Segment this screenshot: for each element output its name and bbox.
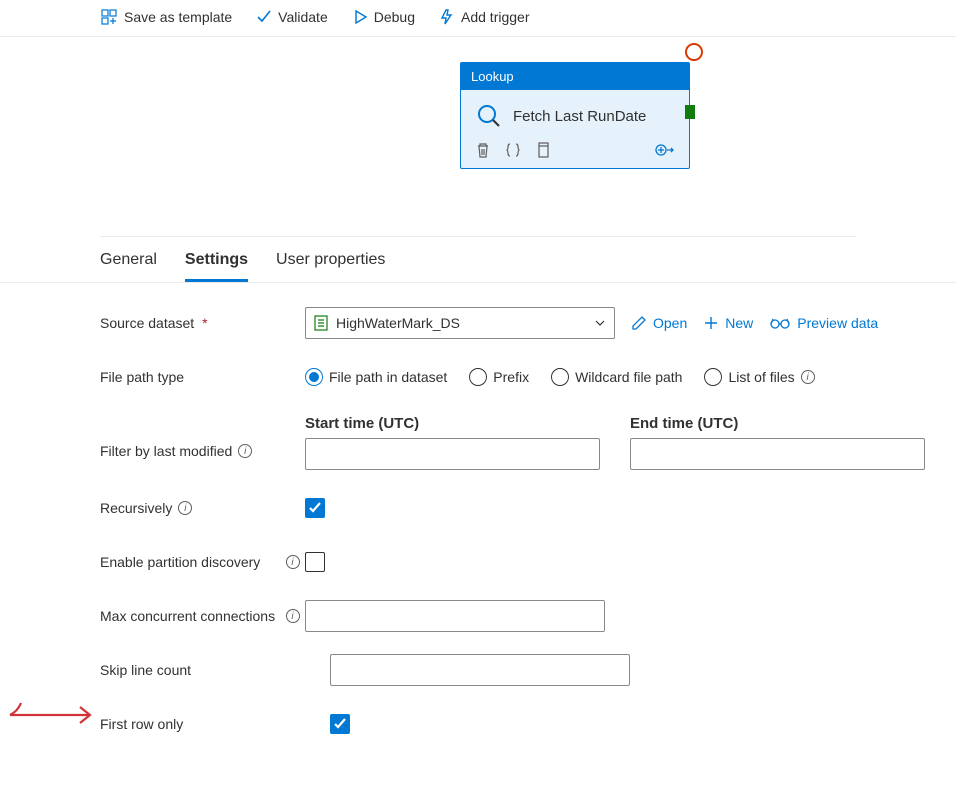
toolbar-label: Validate <box>278 9 328 25</box>
enable-partition-checkbox[interactable] <box>305 552 325 572</box>
enable-partition-label: Enable partition discovery <box>100 554 260 570</box>
end-time-label: End time (UTC) <box>630 415 925 432</box>
activity-name: Fetch Last RunDate <box>513 108 646 125</box>
add-output-icon[interactable] <box>655 142 675 158</box>
dataset-icon <box>314 315 328 331</box>
dropdown-value: HighWaterMark_DS <box>336 315 460 331</box>
braces-icon[interactable] <box>505 142 521 158</box>
filter-modified-label: Filter by last modified <box>100 443 232 459</box>
annotation-arrow <box>8 700 98 730</box>
play-icon <box>352 9 368 25</box>
success-handle[interactable] <box>685 105 695 119</box>
toolbar-label: Save as template <box>124 9 232 25</box>
debug-button[interactable]: Debug <box>352 9 415 25</box>
recursively-checkbox[interactable] <box>305 498 325 518</box>
delete-icon[interactable] <box>475 142 491 158</box>
copy-icon[interactable] <box>535 142 551 158</box>
check-icon <box>256 9 272 25</box>
radio-wildcard[interactable]: Wildcard file path <box>551 368 682 386</box>
tab-settings[interactable]: Settings <box>185 251 248 282</box>
radio-list-of-files[interactable]: List of files i <box>704 368 814 386</box>
required-mark: * <box>202 315 207 331</box>
validate-button[interactable]: Validate <box>256 9 328 25</box>
skip-line-input[interactable] <box>330 654 630 686</box>
first-row-only-label: First row only <box>100 716 183 732</box>
tab-user-properties[interactable]: User properties <box>276 251 385 282</box>
open-dataset-button[interactable]: Open <box>631 315 687 331</box>
start-time-input[interactable] <box>305 438 600 470</box>
property-tabs: General Settings User properties <box>0 237 956 283</box>
preview-data-button[interactable]: Preview data <box>769 315 878 331</box>
save-as-template-button[interactable]: Save as template <box>100 8 232 26</box>
chevron-down-icon <box>594 317 606 329</box>
source-dataset-label: Source dataset <box>100 315 194 331</box>
plus-icon <box>703 315 719 331</box>
info-icon[interactable]: i <box>286 555 300 569</box>
radio-prefix[interactable]: Prefix <box>469 368 529 386</box>
activity-type: Lookup <box>461 63 689 90</box>
max-concurrent-input[interactable] <box>305 600 605 632</box>
magnifier-icon <box>475 102 503 130</box>
tab-general[interactable]: General <box>100 251 157 282</box>
info-icon[interactable]: i <box>238 444 252 458</box>
file-path-type-radiogroup: File path in dataset Prefix Wildcard fil… <box>305 368 956 386</box>
end-time-input[interactable] <box>630 438 925 470</box>
annotation-circle <box>685 43 703 61</box>
radio-file-path-in-dataset[interactable]: File path in dataset <box>305 368 447 386</box>
info-icon[interactable]: i <box>801 370 815 384</box>
settings-panel: Source dataset * HighWaterMark_DS Open N… <box>0 283 956 740</box>
new-dataset-button[interactable]: New <box>703 315 753 331</box>
skip-line-label: Skip line count <box>100 662 191 678</box>
pencil-icon <box>631 315 647 331</box>
toolbar-label: Debug <box>374 9 415 25</box>
file-path-type-label: File path type <box>100 369 184 385</box>
toolbar-label: Add trigger <box>461 9 529 25</box>
max-concurrent-label: Max concurrent connections <box>100 608 275 624</box>
lookup-activity[interactable]: Lookup Fetch Last RunDate <box>460 62 690 169</box>
bolt-icon <box>439 9 455 25</box>
add-trigger-button[interactable]: Add trigger <box>439 9 529 25</box>
start-time-label: Start time (UTC) <box>305 415 600 432</box>
info-icon[interactable]: i <box>178 501 192 515</box>
first-row-only-checkbox[interactable] <box>330 714 350 734</box>
info-icon[interactable]: i <box>286 609 300 623</box>
pipeline-canvas[interactable]: Lookup Fetch Last RunDate <box>100 37 856 237</box>
source-dataset-dropdown[interactable]: HighWaterMark_DS <box>305 307 615 339</box>
glasses-icon <box>769 316 791 330</box>
template-icon <box>100 8 118 26</box>
recursively-label: Recursively <box>100 500 172 516</box>
